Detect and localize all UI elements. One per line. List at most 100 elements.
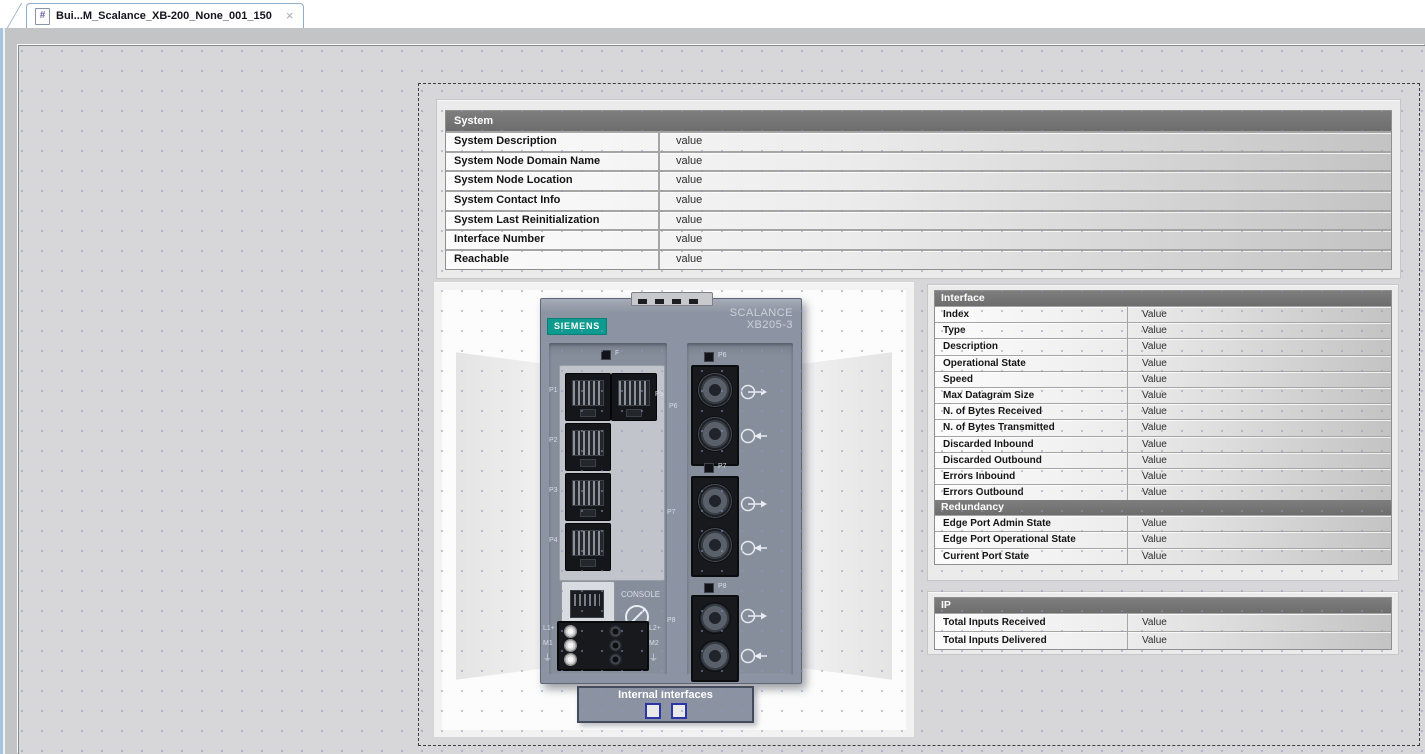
- field-value: Value: [1128, 632, 1167, 649]
- rx-arrow-icon: [739, 647, 769, 665]
- field-value: Value: [1128, 420, 1167, 435]
- field-label: Speed: [935, 372, 1128, 387]
- console-label: CONSOLE: [621, 591, 660, 599]
- field-value: Value: [1128, 516, 1167, 531]
- led-p8: [704, 583, 714, 593]
- tab-bar: # Bui...M_Scalance_XB-200_None_001_150 ×: [0, 0, 1425, 28]
- field-label: Total Inputs Delivered: [935, 632, 1128, 649]
- strip-label-p7: P7: [667, 509, 676, 517]
- ground-symbol-right: ⏚: [649, 654, 658, 662]
- table-row[interactable]: System Node Domain Namevalue: [446, 151, 1391, 171]
- field-label: Discarded Inbound: [935, 437, 1128, 452]
- table-row[interactable]: Errors OutboundValue: [935, 484, 1391, 500]
- field-value: Value: [1128, 372, 1167, 387]
- field-value: Value: [1128, 453, 1167, 468]
- document-tab[interactable]: # Bui...M_Scalance_XB-200_None_001_150 ×: [26, 3, 304, 28]
- table-row[interactable]: Interface Numbervalue: [446, 229, 1391, 249]
- port-p1: [565, 373, 611, 421]
- table-row[interactable]: Reachablevalue: [446, 249, 1391, 269]
- fiber-module-p8: [691, 595, 739, 682]
- table-row[interactable]: Discarded OutboundValue: [935, 452, 1391, 468]
- field-value: Value: [1128, 549, 1167, 564]
- table-row[interactable]: SpeedValue: [935, 371, 1391, 387]
- table-section-header: Redundancy: [935, 500, 1391, 515]
- internal-interface-square-2[interactable]: [671, 703, 687, 719]
- pane-left-border: [0, 28, 5, 754]
- tx-arrow-icon: [739, 495, 769, 513]
- field-value: Value: [1128, 339, 1167, 354]
- led-label-p7: P7: [718, 463, 727, 471]
- port-p3: [565, 473, 611, 521]
- field-value: value: [660, 153, 702, 171]
- table-row[interactable]: Max Datagram SizeValue: [935, 387, 1391, 403]
- table-row[interactable]: Total Inputs ReceivedValue: [935, 613, 1391, 631]
- internal-interfaces-panel[interactable]: Internal Interfaces: [577, 686, 754, 723]
- port-label-p1: P1: [549, 387, 558, 395]
- port-p5: [611, 373, 657, 421]
- table-row[interactable]: TypeValue: [935, 322, 1391, 338]
- tab-close-icon[interactable]: ×: [286, 10, 294, 22]
- table-row[interactable]: Current Port StateValue: [935, 548, 1391, 564]
- table-row[interactable]: System Node Locationvalue: [446, 170, 1391, 190]
- field-label: Type: [935, 323, 1128, 338]
- interface-table: InterfaceIndexValueTypeValueDescriptionV…: [934, 290, 1392, 565]
- table-row[interactable]: Operational StateValue: [935, 355, 1391, 371]
- device-preview-panel[interactable]: SIEMENS SCALANCE XB205-3 F: [433, 281, 915, 738]
- port-label-p3: P3: [549, 487, 558, 495]
- tx-arrow-icon: [739, 607, 769, 625]
- field-label: Description: [935, 339, 1128, 354]
- field-label: System Description: [446, 133, 660, 151]
- system-panel[interactable]: SystemSystem DescriptionvalueSystem Node…: [436, 99, 1401, 279]
- field-label: System Node Location: [446, 172, 660, 190]
- table-row[interactable]: DescriptionValue: [935, 338, 1391, 354]
- table-row[interactable]: IndexValue: [935, 306, 1391, 322]
- led-p7: [704, 463, 714, 473]
- field-value: Value: [1128, 614, 1167, 631]
- ip-panel[interactable]: IPTotal Inputs ReceivedValueTotal Inputs…: [927, 591, 1399, 655]
- table-row[interactable]: Errors InboundValue: [935, 468, 1391, 484]
- field-value: value: [660, 172, 702, 190]
- table-row[interactable]: Total Inputs DeliveredValue: [935, 631, 1391, 649]
- table-row[interactable]: System Last Reinitializationvalue: [446, 210, 1391, 230]
- faceplate-tab-icon: #: [35, 8, 50, 25]
- fiber-module-p7: [691, 476, 739, 577]
- field-label: Operational State: [935, 356, 1128, 371]
- fault-led: [601, 350, 611, 360]
- tab-title: Bui...M_Scalance_XB-200_None_001_150: [56, 10, 272, 22]
- interface-panel[interactable]: InterfaceIndexValueTypeValueDescriptionV…: [927, 284, 1399, 581]
- model-line2: XB205-3: [747, 319, 793, 331]
- table-row[interactable]: N. of Bytes ReceivedValue: [935, 403, 1391, 419]
- field-value: Value: [1128, 532, 1167, 547]
- field-label: Interface Number: [446, 231, 660, 249]
- din-rail-clip: [631, 292, 713, 306]
- port-p4: [565, 523, 611, 571]
- field-value: Value: [1128, 323, 1167, 338]
- field-label: System Last Reinitialization: [446, 212, 660, 230]
- rx-arrow-icon: [739, 539, 769, 557]
- scalance-switch-image[interactable]: SIEMENS SCALANCE XB205-3 F: [540, 298, 802, 684]
- field-value: value: [660, 212, 702, 230]
- field-value: value: [660, 192, 702, 210]
- power-label-l2: L2+: [649, 625, 661, 633]
- device-photo: SIEMENS SCALANCE XB205-3 F: [442, 290, 906, 730]
- led-label-p6: P6: [718, 352, 727, 360]
- table-row[interactable]: Discarded InboundValue: [935, 436, 1391, 452]
- power-label-m1: M1: [543, 640, 553, 648]
- led-p6: [704, 352, 714, 362]
- port-label-p2: P2: [549, 437, 558, 445]
- field-value: Value: [1128, 437, 1167, 452]
- design-canvas[interactable]: SystemSystem DescriptionvalueSystem Node…: [18, 45, 1425, 754]
- strip-label-p6: P6: [669, 403, 678, 411]
- field-value: Value: [1128, 307, 1167, 322]
- table-row[interactable]: N. of Bytes TransmittedValue: [935, 419, 1391, 435]
- table-row[interactable]: System Descriptionvalue: [446, 131, 1391, 151]
- table-row[interactable]: Edge Port Admin StateValue: [935, 515, 1391, 531]
- internal-interface-square-1[interactable]: [645, 703, 661, 719]
- field-label: Current Port State: [935, 549, 1128, 564]
- power-label-l1: L1+: [543, 625, 555, 633]
- internal-interfaces-label: Internal Interfaces: [579, 688, 752, 702]
- table-row[interactable]: System Contact Infovalue: [446, 190, 1391, 210]
- table-row[interactable]: Edge Port Operational StateValue: [935, 531, 1391, 547]
- power-label-m2: M2: [649, 640, 659, 648]
- field-value: value: [660, 133, 702, 151]
